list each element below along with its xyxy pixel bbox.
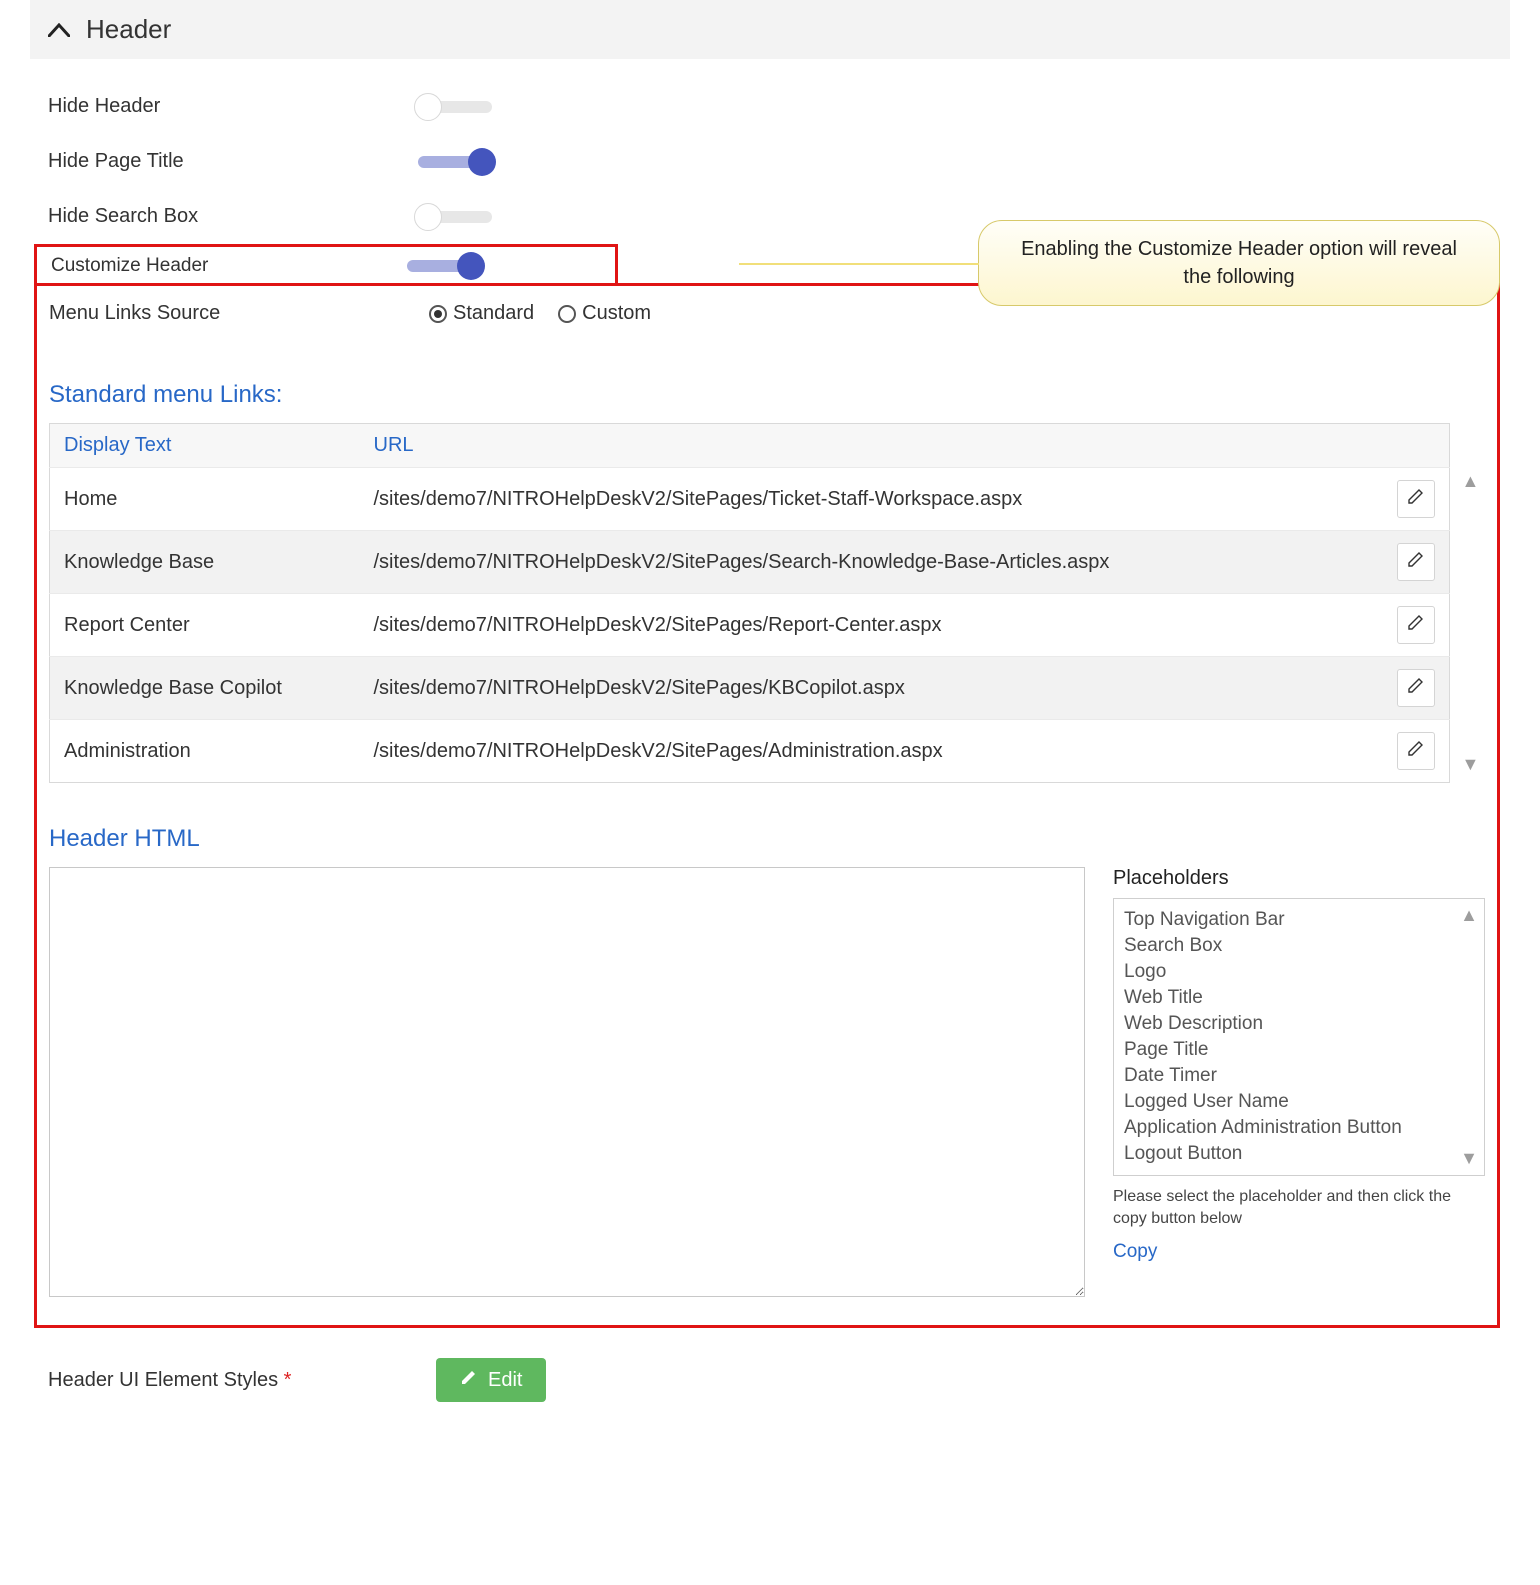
- cell-display-text: Report Center: [50, 594, 360, 657]
- pencil-icon: [1406, 549, 1426, 575]
- toggle-hide-search-box[interactable]: [418, 211, 492, 223]
- header-html-textarea[interactable]: [49, 867, 1085, 1297]
- radio-dot-icon: [429, 305, 447, 323]
- placeholder-item[interactable]: Web Description: [1124, 1011, 1474, 1037]
- label-menu-links-source: Menu Links Source: [49, 302, 405, 325]
- heading-header-html: Header HTML: [49, 825, 1485, 853]
- placeholder-item[interactable]: Top Navigation Bar: [1124, 907, 1474, 933]
- table-row: Knowledge Base Copilot/sites/demo7/NITRO…: [50, 657, 1450, 720]
- toggle-hide-header[interactable]: [418, 101, 492, 113]
- radio-standard-label: Standard: [453, 302, 534, 325]
- radio-custom-label: Custom: [582, 302, 651, 325]
- pencil-icon: [1406, 738, 1426, 764]
- heading-standard-menu-links: Standard menu Links:: [49, 381, 1485, 409]
- cell-url: /sites/demo7/NITROHelpDeskV2/SitePages/A…: [360, 720, 1383, 783]
- placeholders-scroll-down-icon[interactable]: ▼: [1460, 1148, 1478, 1169]
- row-customize-header: Customize Header: [34, 244, 618, 286]
- copy-placeholder-button[interactable]: Copy: [1113, 1241, 1157, 1263]
- th-display-text[interactable]: Display Text: [50, 424, 360, 468]
- th-url[interactable]: URL: [360, 424, 1383, 468]
- standard-menu-links-table: Display Text URL Home/sites/demo7/NITROH…: [49, 423, 1450, 783]
- cell-url: /sites/demo7/NITROHelpDeskV2/SitePages/K…: [360, 657, 1383, 720]
- required-asterisk: *: [284, 1369, 292, 1391]
- radio-custom[interactable]: Custom: [558, 302, 651, 325]
- chevron-up-icon: [48, 23, 70, 37]
- pencil-icon: [460, 1368, 478, 1392]
- table-scroll-up-icon[interactable]: ▲: [1461, 471, 1479, 492]
- label-hide-page-title: Hide Page Title: [48, 150, 418, 173]
- placeholder-item[interactable]: Search Box: [1124, 933, 1474, 959]
- table-row: Report Center/sites/demo7/NITROHelpDeskV…: [50, 594, 1450, 657]
- placeholders-scroll-up-icon[interactable]: ▲: [1460, 905, 1478, 926]
- customize-header-revealed: Menu Links Source Standard Custom Standa…: [34, 283, 1500, 1328]
- callout-customize-header: Enabling the Customize Header option wil…: [978, 220, 1500, 306]
- edit-row-button[interactable]: [1397, 480, 1435, 518]
- section-title: Header: [86, 14, 171, 45]
- cell-display-text: Knowledge Base Copilot: [50, 657, 360, 720]
- th-edit: [1383, 424, 1450, 468]
- section-header[interactable]: Header: [30, 0, 1510, 59]
- edit-row-button[interactable]: [1397, 606, 1435, 644]
- cell-url: /sites/demo7/NITROHelpDeskV2/SitePages/R…: [360, 594, 1383, 657]
- pencil-icon: [1406, 612, 1426, 638]
- edit-row-button[interactable]: [1397, 732, 1435, 770]
- edit-ui-styles-button[interactable]: Edit: [436, 1358, 546, 1402]
- placeholder-item[interactable]: Web Title: [1124, 985, 1474, 1011]
- toggle-hide-page-title[interactable]: [418, 156, 492, 168]
- label-hide-search-box: Hide Search Box: [48, 205, 418, 228]
- cell-url: /sites/demo7/NITROHelpDeskV2/SitePages/T…: [360, 468, 1383, 531]
- placeholder-item[interactable]: Date Timer: [1124, 1063, 1474, 1089]
- placeholders-title: Placeholders: [1113, 867, 1485, 890]
- label-header-ui-styles: Header UI Element Styles *: [48, 1369, 436, 1392]
- toggle-customize-header[interactable]: [407, 260, 481, 272]
- edit-row-button[interactable]: [1397, 669, 1435, 707]
- row-hide-page-title: Hide Page Title: [48, 134, 1500, 189]
- placeholders-help-text: Please select the placeholder and then c…: [1113, 1186, 1485, 1229]
- radio-standard[interactable]: Standard: [429, 302, 534, 325]
- placeholder-item[interactable]: Application Administration Button: [1124, 1115, 1474, 1141]
- cell-url: /sites/demo7/NITROHelpDeskV2/SitePages/S…: [360, 531, 1383, 594]
- cell-display-text: Knowledge Base: [50, 531, 360, 594]
- cell-display-text: Home: [50, 468, 360, 531]
- placeholders-listbox[interactable]: ▲ Top Navigation BarSearch BoxLogoWeb Ti…: [1113, 898, 1485, 1176]
- pencil-icon: [1406, 486, 1426, 512]
- edit-row-button[interactable]: [1397, 543, 1435, 581]
- radio-dot-icon: [558, 305, 576, 323]
- row-header-ui-styles: Header UI Element Styles * Edit: [30, 1328, 1510, 1402]
- cell-display-text: Administration: [50, 720, 360, 783]
- placeholder-item[interactable]: Page Title: [1124, 1037, 1474, 1063]
- placeholder-item[interactable]: Logout Button: [1124, 1141, 1474, 1167]
- label-customize-header: Customize Header: [51, 255, 407, 277]
- row-hide-header: Hide Header: [48, 79, 1500, 134]
- table-row: Administration/sites/demo7/NITROHelpDesk…: [50, 720, 1450, 783]
- table-scroll-down-icon[interactable]: ▼: [1461, 754, 1479, 775]
- table-row: Knowledge Base/sites/demo7/NITROHelpDesk…: [50, 531, 1450, 594]
- placeholder-item[interactable]: Logged User Name: [1124, 1089, 1474, 1115]
- table-row: Home/sites/demo7/NITROHelpDeskV2/SitePag…: [50, 468, 1450, 531]
- pencil-icon: [1406, 675, 1426, 701]
- placeholder-item[interactable]: Logo: [1124, 959, 1474, 985]
- label-hide-header: Hide Header: [48, 95, 418, 118]
- edit-button-label: Edit: [488, 1369, 522, 1392]
